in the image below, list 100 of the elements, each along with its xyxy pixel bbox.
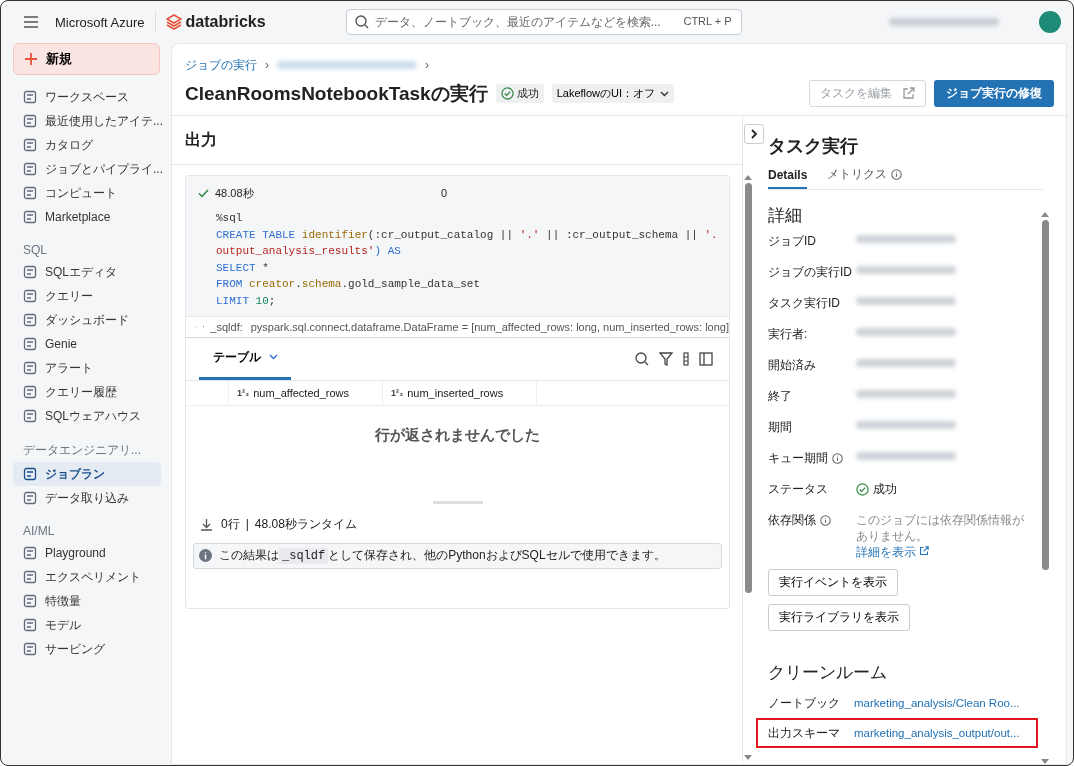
- tab[interactable]: メトリクス: [827, 164, 903, 189]
- code-line: CREATE TABLE identifier(:cr_output_catalog || '.' || :cr_output_schema || '.: [215, 227, 719, 243]
- sidebar-item[interactable]: Genie: [13, 332, 161, 356]
- sidebar-item[interactable]: コンピュート: [13, 181, 161, 205]
- sidebar-item[interactable]: SQLエディタ: [13, 260, 161, 284]
- detail-label: ジョブID: [768, 233, 817, 250]
- detail-label: 実行者:: [768, 326, 809, 343]
- section-title: クリーンルーム: [768, 662, 888, 684]
- sidebar-item[interactable]: 最近使用したアイテ...: [13, 109, 161, 133]
- scrollbar[interactable]: [744, 175, 752, 760]
- sidebar-item[interactable]: ジョブラン: [13, 462, 161, 486]
- search-icon[interactable]: [635, 351, 649, 366]
- clean-room-link[interactable]: marketing_analysis/Clean Roo...: [854, 697, 1020, 709]
- details-link[interactable]: 詳細を表示: [856, 544, 1026, 561]
- repair-run-button[interactable]: ジョブ実行の修復: [934, 80, 1054, 107]
- sidebar-item[interactable]: ダッシュボード: [13, 308, 161, 332]
- external-link-icon: [919, 546, 930, 556]
- divider-mark: |: [245, 517, 249, 532]
- sidebar-item[interactable]: ジョブとパイプライ...: [13, 157, 161, 181]
- detail-label: 依存関係: [768, 512, 856, 529]
- detail-label: キュー期間: [768, 450, 856, 467]
- detail-label: タスク実行ID: [768, 295, 841, 312]
- output-title: 出力: [172, 116, 742, 165]
- download-icon[interactable]: [200, 517, 213, 531]
- detail-label: 終了: [768, 388, 793, 405]
- sidebar-item[interactable]: サービング: [13, 637, 161, 661]
- runtime: 48.08秒ランタイム: [254, 515, 357, 533]
- sidebar-toggle-icon[interactable]: [699, 351, 713, 366]
- caret-icon: [660, 90, 670, 97]
- empty-message: 行が返されませんでした: [374, 424, 541, 445]
- chevron-right-icon: [750, 129, 758, 139]
- section-title: 詳細: [768, 205, 803, 227]
- sidebar-item[interactable]: 特徴量: [13, 589, 161, 613]
- panel-button[interactable]: 実行イベントを表示: [768, 569, 898, 596]
- panel-button[interactable]: 実行ライブラリを表示: [768, 604, 910, 631]
- info-icon[interactable]: [820, 515, 831, 526]
- schema-type: pyspark.sql.connect.dataframe.DataFrame = [num_affected_rows: long, num_inserted_rows: long]: [250, 320, 729, 333]
- breadcrumb-separator: ›: [265, 58, 269, 72]
- code-line: SELECT *: [215, 260, 270, 276]
- sidebar-item[interactable]: ワークスペース: [13, 85, 161, 109]
- sidebar-item[interactable]: エクスペリメント: [13, 565, 161, 589]
- sidebar-item[interactable]: クエリー履歴: [13, 380, 161, 404]
- check-circle-icon: [856, 483, 869, 496]
- shortcut-hint: CTRL + P: [683, 15, 732, 27]
- code-line: output_analysis_results') AS: [215, 244, 402, 260]
- lakeflow-dropdown[interactable]: LakeflowのUI：オフ: [551, 84, 675, 103]
- avatar[interactable]: [1039, 11, 1061, 33]
- sidebar-item[interactable]: データ取り込み: [13, 486, 161, 510]
- section-heading: データエンジニアリ...: [22, 442, 142, 459]
- dependency-note: このジョブには依存関係情報がありません。: [856, 512, 1025, 544]
- cell-count: 0: [441, 187, 448, 199]
- column-header[interactable]: 1²₃ num_inserted_rows: [383, 380, 537, 405]
- collapse-button[interactable]: [744, 124, 764, 144]
- brand-name: Microsoft Azure: [55, 14, 145, 30]
- cell-duration: 48.08秒: [215, 185, 255, 201]
- tab[interactable]: Details: [768, 164, 808, 189]
- sidebar-item[interactable]: SQLウェアハウス: [13, 404, 161, 428]
- code-line: %sql: [215, 211, 244, 226]
- schema-name: _sqldf:: [210, 320, 243, 333]
- page-title: CleanRoomsNotebookTaskの実行: [185, 81, 488, 106]
- code-line: FROM creator.schema.gold_sample_data_set: [215, 277, 482, 293]
- section-heading: SQL: [22, 242, 48, 259]
- info-icon[interactable]: [832, 453, 843, 464]
- breadcrumb-link[interactable]: ジョブの実行: [185, 56, 257, 74]
- external-link-icon: [902, 87, 915, 100]
- row-count: 0行: [221, 515, 240, 533]
- product-name: databricks: [185, 13, 266, 31]
- detail-label: 出力スキーマ: [768, 724, 841, 742]
- code-line: LIMIT 10;: [215, 293, 277, 309]
- clean-room-link[interactable]: marketing_analysis_output/out...: [854, 727, 1020, 739]
- status-value: 成功: [856, 481, 897, 498]
- sidebar-item[interactable]: アラート: [13, 356, 161, 380]
- info-icon: [199, 549, 212, 563]
- status-badge: 成功: [495, 84, 544, 103]
- logo-icon: [165, 14, 182, 30]
- caret-icon: [268, 354, 278, 361]
- columns-icon[interactable]: [683, 351, 689, 366]
- column-header[interactable]: 1²₃ num_affected_rows: [229, 380, 383, 405]
- search-icon: [354, 15, 369, 29]
- info-icon: [891, 169, 903, 180]
- sidebar-item[interactable]: クエリー: [13, 284, 161, 308]
- check-circle-icon: [500, 87, 514, 100]
- plus-icon: [24, 52, 38, 66]
- detail-label: 期間: [768, 419, 793, 436]
- detail-label: ステータス: [768, 481, 829, 498]
- filter-icon[interactable]: [659, 351, 673, 366]
- info-text: この結果は _sqldf として保存され、他のPythonおよびSQLセルで使用できます。: [219, 547, 666, 565]
- sidebar-item[interactable]: カタログ: [13, 133, 161, 157]
- detail-label: ノートブック: [768, 694, 841, 712]
- section-heading: AI/ML: [22, 523, 56, 540]
- sidebar-item[interactable]: モデル: [13, 613, 161, 637]
- breadcrumb-separator: ›: [425, 58, 429, 72]
- sidebar-item[interactable]: Marketplace: [13, 205, 161, 229]
- detail-label: 開始済み: [768, 357, 817, 374]
- check-icon: [198, 188, 209, 198]
- detail-label: ジョブの実行ID: [768, 264, 853, 281]
- new-button[interactable]: 新規: [13, 43, 160, 75]
- panel-title: タスク実行: [768, 135, 859, 158]
- sidebar-item[interactable]: Playground: [13, 541, 161, 565]
- menu-icon[interactable]: [23, 15, 39, 29]
